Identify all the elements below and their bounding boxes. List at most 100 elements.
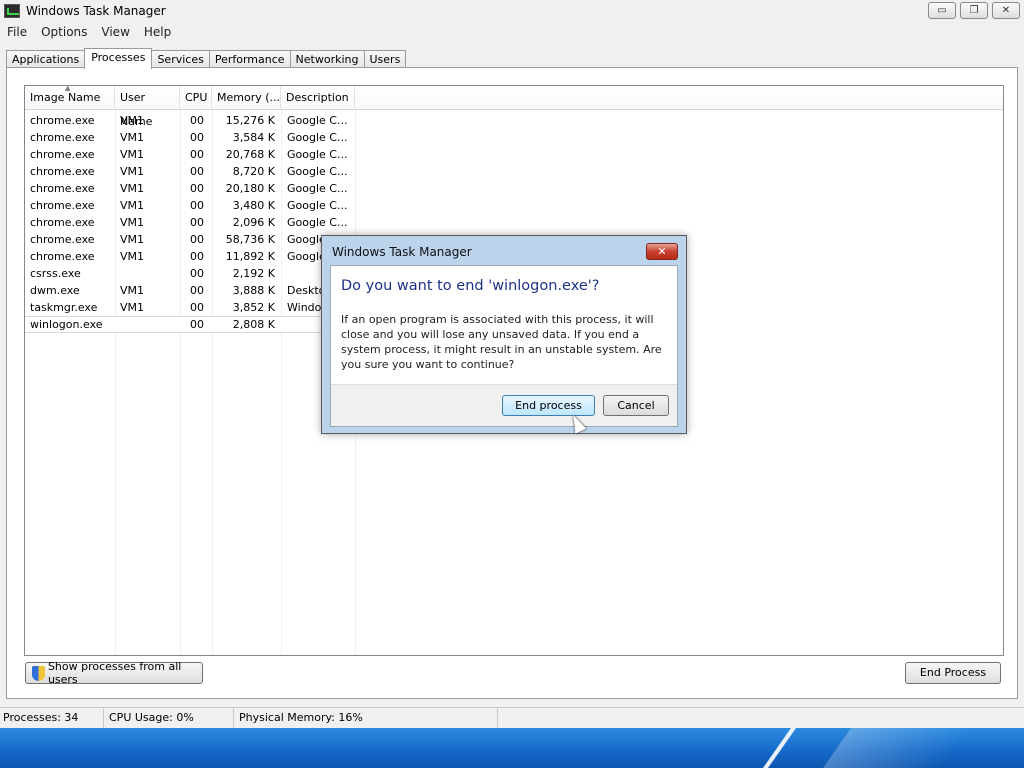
process-user: VM1 [120, 301, 145, 314]
process-user: VM1 [120, 165, 145, 178]
column-user-name[interactable]: User Name [115, 86, 180, 128]
process-description: Google C... [287, 182, 348, 195]
process-memory: 20,180 K [225, 182, 275, 195]
process-user: VM1 [120, 250, 145, 263]
status-bar: Processes: 34 CPU Usage: 0% Physical Mem… [0, 707, 1024, 728]
column-description[interactable]: Description [281, 86, 355, 110]
process-cpu: 00 [190, 148, 204, 161]
window-title: Windows Task Manager [26, 4, 166, 18]
shield-icon [32, 665, 45, 681]
close-button[interactable]: ✕ [992, 2, 1020, 19]
process-name: winlogon.exe [30, 318, 103, 331]
process-memory: 2,096 K [232, 216, 275, 229]
dialog-heading: Do you want to end 'winlogon.exe'? [341, 278, 600, 294]
process-description: Google C... [287, 114, 348, 127]
table-row[interactable]: chrome.exe VM1 00 20,180 K Google C... [25, 180, 355, 197]
show-all-users-label: Show processes from all users [47, 660, 182, 686]
column-memory[interactable]: Memory (... [212, 86, 281, 110]
process-name: taskmgr.exe [30, 301, 98, 314]
process-cpu: 00 [190, 250, 204, 263]
process-cpu: 00 [190, 131, 204, 144]
table-row[interactable]: chrome.exe VM1 00 2,096 K Google C... [25, 214, 355, 231]
title-bar: Windows Task Manager ▭ ❐ ✕ [0, 0, 1024, 22]
column-label: Image Name [30, 91, 101, 104]
table-row[interactable]: chrome.exe VM1 00 3,480 K Google C... [25, 197, 355, 214]
show-all-users-button[interactable]: Show processes from all users [25, 660, 203, 686]
process-user: VM1 [120, 199, 145, 212]
process-cpu: 00 [190, 284, 204, 297]
dialog-title: Windows Task Manager [332, 245, 472, 259]
process-cpu: 00 [190, 114, 204, 127]
status-memory: Physical Memory: 16% [234, 708, 498, 728]
process-memory: 3,888 K [232, 284, 275, 297]
table-row[interactable]: dwm.exe VM1 00 3,888 K Deskto [25, 282, 355, 299]
table-row[interactable]: chrome.exe VM1 00 8,720 K Google C... [25, 163, 355, 180]
process-cpu: 00 [190, 233, 204, 246]
menu-help[interactable]: Help [137, 25, 178, 39]
end-process-dialog: Windows Task Manager ✕ Do you want to en… [321, 235, 687, 434]
confirm-end-process-button[interactable]: End process [502, 395, 595, 416]
process-description: Google C... [287, 131, 348, 144]
process-name: chrome.exe [30, 114, 95, 127]
process-name: chrome.exe [30, 233, 95, 246]
column-cpu[interactable]: CPU [180, 86, 212, 110]
table-row[interactable]: chrome.exe VM1 00 15,276 K Google C... [25, 112, 355, 129]
process-description: Google C... [287, 216, 348, 229]
process-cpu: 00 [190, 301, 204, 314]
process-name: chrome.exe [30, 165, 95, 178]
process-user [115, 317, 180, 332]
process-name: chrome.exe [30, 148, 95, 161]
table-row[interactable]: chrome.exe VM1 00 11,892 K Google [25, 248, 355, 265]
process-memory: 2,192 K [232, 267, 275, 280]
table-row[interactable]: winlogon.exe 00 2,808 K [25, 316, 355, 333]
menu-bar: File Options View Help [0, 22, 1024, 42]
process-cpu: 00 [190, 199, 204, 212]
process-memory: 8,720 K [232, 165, 275, 178]
process-cpu: 00 [190, 267, 204, 280]
process-cpu: 00 [190, 318, 204, 331]
process-user: VM1 [120, 131, 145, 144]
restore-button[interactable]: ❐ [960, 2, 988, 19]
process-description: Google C... [287, 165, 348, 178]
task-manager-icon [4, 4, 20, 18]
dialog-body: Do you want to end 'winlogon.exe'? If an… [330, 265, 678, 427]
process-cpu: 00 [190, 165, 204, 178]
desktop-background [0, 728, 1024, 768]
process-user: VM1 [120, 284, 145, 297]
process-memory: 20,768 K [225, 148, 275, 161]
process-user: VM1 [120, 148, 145, 161]
process-user: VM1 [120, 216, 145, 229]
process-name: chrome.exe [30, 182, 95, 195]
column-image-name[interactable]: ▲ Image Name [25, 84, 115, 110]
process-memory: 2,808 K [232, 318, 275, 331]
process-memory: 3,584 K [232, 131, 275, 144]
process-name: csrss.exe [30, 267, 81, 280]
dialog-close-button[interactable]: ✕ [646, 243, 678, 260]
status-cpu: CPU Usage: 0% [104, 708, 234, 728]
table-row[interactable]: csrss.exe 00 2,192 K [25, 265, 355, 282]
table-row[interactable]: chrome.exe VM1 00 58,736 K Google [25, 231, 355, 248]
dialog-message: If an open program is associated with th… [341, 313, 662, 371]
table-row[interactable]: chrome.exe VM1 00 3,584 K Google C... [25, 129, 355, 146]
process-name: chrome.exe [30, 250, 95, 263]
process-memory: 58,736 K [225, 233, 275, 246]
list-header: ▲ Image Name User Name CPU Memory (... D… [25, 84, 1003, 128]
process-user: VM1 [120, 233, 145, 246]
table-row[interactable]: chrome.exe VM1 00 20,768 K Google C... [25, 146, 355, 163]
process-name: chrome.exe [30, 216, 95, 229]
menu-file[interactable]: File [0, 25, 34, 39]
menu-options[interactable]: Options [34, 25, 94, 39]
table-row[interactable]: taskmgr.exe VM1 00 3,852 K Window [25, 299, 355, 316]
end-process-button[interactable]: End Process [905, 662, 1001, 684]
cancel-button[interactable]: Cancel [603, 395, 669, 416]
process-user: VM1 [120, 114, 145, 127]
process-user: VM1 [120, 182, 145, 195]
menu-view[interactable]: View [94, 25, 136, 39]
process-memory: 11,892 K [225, 250, 275, 263]
minimize-button[interactable]: ▭ [928, 2, 956, 19]
tab-processes[interactable]: Processes [84, 48, 153, 69]
process-name: chrome.exe [30, 199, 95, 212]
process-cpu: 00 [190, 182, 204, 195]
process-name: dwm.exe [30, 284, 80, 297]
tab-strip: Applications Processes Services Performa… [6, 48, 407, 69]
